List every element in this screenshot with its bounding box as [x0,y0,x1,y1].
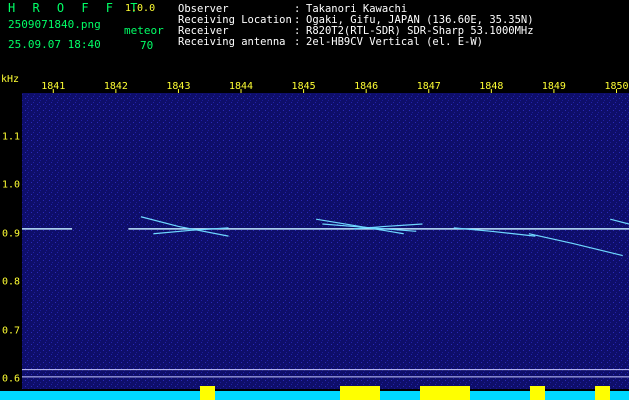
info-row-antenna: Receiving antenna:2el-HB9CV Vertical (el… [178,37,534,48]
x-tick-label: 1848 [479,81,504,92]
date-time: 25.09.07 18:40 [8,38,101,51]
y-axis-unit: kHz [1,74,20,85]
app-version: 1.0.0 [125,3,156,14]
signal-peak [595,386,610,400]
y-tick-label: 1.0 [2,179,21,191]
spectrogram-background [22,93,629,389]
file-name: 2509071840.png [8,18,101,31]
x-tick-label: 1845 [291,81,316,92]
detection-label: meteor [124,24,164,37]
x-tick-label: 1841 [41,81,66,92]
signal-peak [530,386,545,400]
info-separator: : [294,36,301,48]
info-value: 2el-HB9CV Vertical (el. E-W) [306,36,484,48]
y-tick-label: 0.9 [2,228,21,240]
signal-peak [200,386,215,400]
x-tick-label: 1844 [228,81,254,92]
x-tick-label: 1846 [354,81,379,92]
station-info: Observer: Takanori Kawachi Receiving Loca… [178,4,534,48]
detection-count: 70 [140,39,154,52]
x-tick-label: 1850 [604,81,629,92]
app-title: H R O F F T [8,1,143,15]
signal-peak [420,386,470,400]
info-label: Receiving antenna [178,36,286,48]
x-tick-label: 1849 [541,81,566,92]
spectrogram-plot [0,89,629,400]
y-tick-label: 0.8 [2,276,21,288]
hrofft-window: H R O F F T 1.0.0 2509071840.png 25.09.0… [0,0,629,400]
x-tick-label: 1843 [166,81,191,92]
x-tick-label: 1847 [416,81,441,92]
x-tick-label: 1842 [103,81,128,92]
signal-peak [340,386,380,400]
y-tick-label: 0.6 [2,373,21,385]
y-tick-label: 1.1 [2,131,21,143]
y-tick-label: 0.7 [2,325,21,337]
